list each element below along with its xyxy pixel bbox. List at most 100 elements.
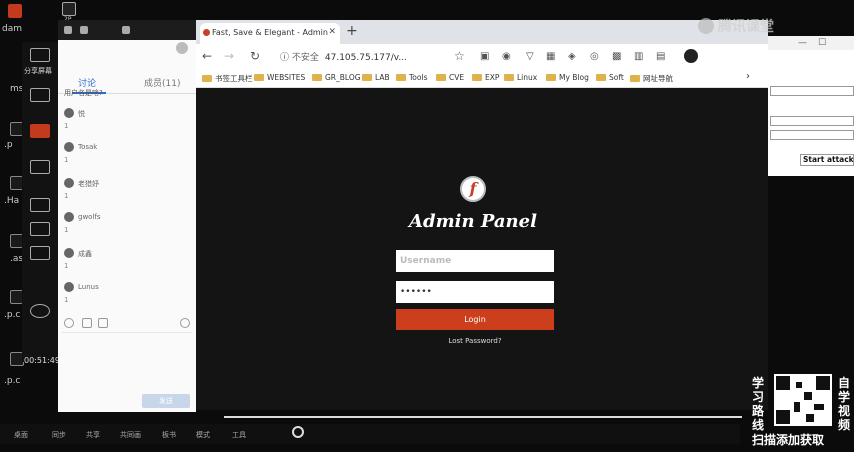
tab-members[interactable]: 成员(11) xyxy=(144,76,180,89)
taskbar-item[interactable]: 桌面 xyxy=(14,430,28,440)
settings-icon[interactable] xyxy=(64,26,72,34)
avatar xyxy=(64,178,74,188)
bookmark-item[interactable]: Tools xyxy=(396,73,427,82)
message-text: 1 xyxy=(64,122,69,130)
password-field[interactable] xyxy=(396,281,554,303)
taskbar-item[interactable]: 共同画 xyxy=(120,430,141,440)
qr-side-char: 频 xyxy=(838,418,851,432)
page-title: Admin Panel xyxy=(409,211,537,232)
browser-toolbar: ← → ↻ ⓘ 不安全 47.105.75.177/v... ☆ ▣ ◉ ▽ ▦ … xyxy=(196,44,768,68)
folder-icon xyxy=(596,74,606,81)
reload-icon[interactable]: ↻ xyxy=(250,49,260,63)
option-field[interactable] xyxy=(770,116,854,126)
tencent-classroom-logo xyxy=(698,18,714,34)
desktop-screen: dam 2P ms .p .Ha .as .p.c .p.c 分享屏幕 00:5… xyxy=(0,0,854,452)
login-button[interactable]: Login xyxy=(396,309,554,330)
folder-icon xyxy=(254,74,264,81)
desktop-label: .Ha xyxy=(4,196,20,206)
extension-icon[interactable]: ▤ xyxy=(656,51,665,62)
not-secure-label: 不安全 xyxy=(291,53,319,63)
logo: f xyxy=(460,176,486,202)
extension-icon[interactable]: ▽ xyxy=(526,51,534,62)
target-field[interactable] xyxy=(770,86,854,96)
avatar xyxy=(64,142,74,152)
horizontal-scrollbar[interactable] xyxy=(224,416,742,418)
share-screen-icon[interactable] xyxy=(30,48,50,62)
back-icon[interactable]: ← xyxy=(202,49,212,63)
info-icon: ⓘ xyxy=(280,53,292,63)
extension-icon[interactable]: ▦ xyxy=(546,51,555,62)
bookmark-item[interactable]: My Blog xyxy=(546,73,589,82)
taskbar-item[interactable]: 工具 xyxy=(232,430,246,440)
message-author: Lunus xyxy=(78,283,99,291)
bookmark-item[interactable]: WEBSITES xyxy=(254,73,305,82)
minimize-icon[interactable]: — xyxy=(798,38,807,48)
extension-icon[interactable]: ◎ xyxy=(590,51,599,62)
desktop-label: .p xyxy=(4,140,13,150)
message-author: 成鑫 xyxy=(78,250,92,258)
taskbar-item[interactable]: 共享 xyxy=(86,430,100,440)
desktop-app-icon[interactable] xyxy=(8,4,22,18)
star-icon[interactable]: ☆ xyxy=(454,49,465,63)
folder-icon xyxy=(312,74,322,81)
bookmark-item[interactable]: 网址导航 xyxy=(630,73,673,84)
maximize-icon[interactable]: ☐ xyxy=(818,38,826,48)
send-button[interactable]: 发送 xyxy=(142,394,190,408)
timer-icon[interactable] xyxy=(30,304,50,318)
music-icon[interactable] xyxy=(30,246,50,260)
extension-icon[interactable]: ▣ xyxy=(480,51,489,62)
extension-icon[interactable]: ▥ xyxy=(634,51,643,62)
address-bar[interactable]: ⓘ 不安全 47.105.75.177/v... xyxy=(280,50,407,63)
camera-icon[interactable] xyxy=(30,160,50,174)
extension-icon[interactable]: ◈ xyxy=(568,51,576,62)
whiteboard-icon[interactable] xyxy=(30,88,50,102)
bookmark-item[interactable]: CVE xyxy=(436,73,464,82)
lost-password-link[interactable]: Lost Password? xyxy=(396,337,554,345)
document-icon[interactable] xyxy=(30,124,50,138)
folder-icon xyxy=(202,75,212,82)
desktop-label: .p.c xyxy=(4,310,21,320)
message-author: Tosak xyxy=(78,143,98,151)
bookmark-item[interactable]: GR_BLOG xyxy=(312,73,361,82)
extension-icon[interactable]: ▩ xyxy=(612,51,621,62)
extension-icon[interactable]: ◉ xyxy=(502,51,511,62)
chat-message-input[interactable] xyxy=(62,332,192,388)
admin-login-page: f Admin Panel Login Lost Password? xyxy=(196,88,768,410)
taskbar-item[interactable]: 模式 xyxy=(196,430,210,440)
bookmark-item[interactable]: Soft xyxy=(596,73,624,82)
browser-tab[interactable]: Fast, Save & Elegant - Admin Fo ✕ xyxy=(200,23,340,44)
username-field[interactable] xyxy=(396,250,554,272)
start-attack-button[interactable]: Start attack xyxy=(800,154,854,166)
speaker-icon[interactable] xyxy=(30,222,50,236)
folder-icon xyxy=(396,74,406,81)
message-text: 1 xyxy=(64,226,69,234)
message-author: 悦 xyxy=(78,110,85,118)
forward-icon[interactable]: → xyxy=(224,49,234,63)
chevron-right-icon[interactable]: › xyxy=(746,71,750,82)
microphone-icon[interactable] xyxy=(30,198,50,212)
class-clock: 00:51:49 xyxy=(24,356,60,365)
bookmark-item[interactable]: LAB xyxy=(362,73,390,82)
bookmark-item[interactable]: EXP xyxy=(472,73,499,82)
option-field[interactable] xyxy=(770,130,854,140)
scissors-icon[interactable] xyxy=(82,318,92,328)
power-icon[interactable] xyxy=(292,426,304,438)
image-icon[interactable] xyxy=(98,318,108,328)
send-button-label: 发送 xyxy=(159,397,173,405)
profile-avatar-icon[interactable] xyxy=(684,49,698,63)
close-tab-icon[interactable]: ✕ xyxy=(328,27,336,37)
bookmark-item[interactable]: 书签工具栏 xyxy=(202,73,253,84)
taskbar: 桌面 同步 共享 共同画 板书 模式 工具 xyxy=(0,424,740,444)
taskbar-item[interactable]: 同步 xyxy=(52,430,66,440)
emoji-icon[interactable] xyxy=(64,318,74,328)
message-author: 老猎妤 xyxy=(78,180,99,188)
taskbar-item[interactable]: 板书 xyxy=(162,430,176,440)
desktop-app-icon[interactable] xyxy=(62,2,76,16)
window-titlebar xyxy=(768,36,854,50)
bookmark-item[interactable]: Linux xyxy=(504,73,537,82)
pin-icon[interactable] xyxy=(80,26,88,34)
gear-icon[interactable] xyxy=(176,42,188,54)
new-tab-icon[interactable]: + xyxy=(346,23,358,39)
download-icon[interactable] xyxy=(122,26,130,34)
gear-icon[interactable] xyxy=(180,318,190,328)
